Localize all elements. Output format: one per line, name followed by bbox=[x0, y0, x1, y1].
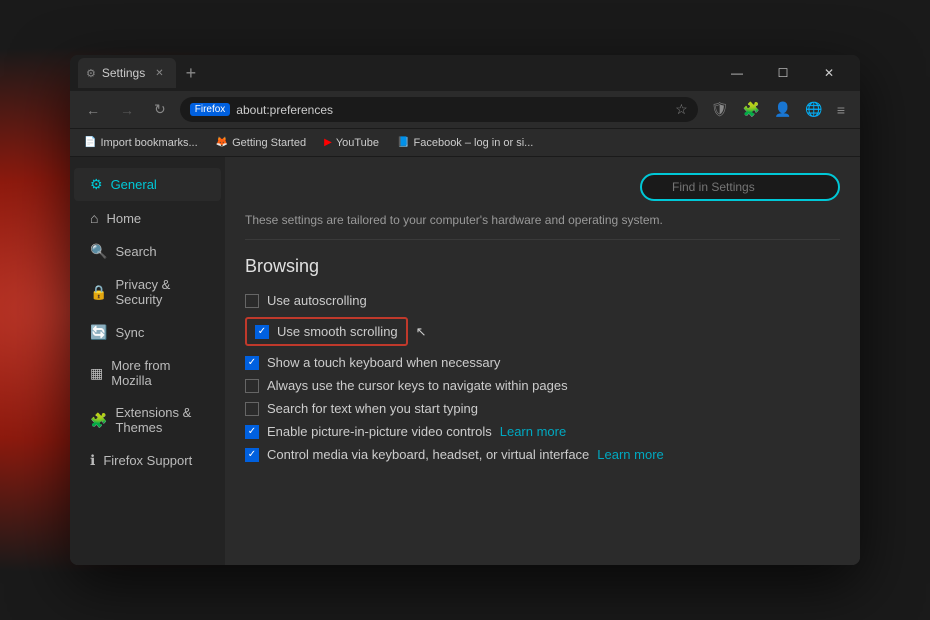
cursor-keys-label: Always use the cursor keys to navigate w… bbox=[267, 378, 568, 393]
sidebar-label-support: Firefox Support bbox=[103, 453, 192, 468]
pip-learn-more-link[interactable]: Learn more bbox=[500, 424, 566, 439]
sidebar-label-sync: Sync bbox=[115, 325, 144, 340]
touch-keyboard-label: Show a touch keyboard when necessary bbox=[267, 355, 500, 370]
sidebar-item-privacy[interactable]: 🔒 Privacy & Security bbox=[74, 269, 221, 315]
info-icon: ℹ bbox=[90, 452, 95, 469]
touch-keyboard-checkbox[interactable]: ✓ bbox=[245, 356, 259, 370]
sidebar: ⚙ General ⌂ Home 🔍 Search 🔒 Privacy & Se… bbox=[70, 157, 225, 565]
cursor-indicator: ↖ bbox=[416, 324, 427, 340]
sidebar-item-search[interactable]: 🔍 Search bbox=[74, 235, 221, 268]
title-bar: ⚙ Settings ✕ + — ☐ ✕ bbox=[70, 55, 860, 91]
sidebar-label-mozilla: More from Mozilla bbox=[111, 358, 205, 388]
window-controls: — ☐ ✕ bbox=[714, 58, 852, 88]
sidebar-label-extensions: Extensions & Themes bbox=[115, 405, 205, 435]
theme-icon[interactable]: 🌐 bbox=[800, 97, 827, 122]
sync-icon: 🔄 bbox=[90, 324, 107, 341]
search-icon: 🔍 bbox=[90, 243, 107, 260]
bookmark-icon-1: 🦊 bbox=[216, 137, 228, 148]
smooth-scroll-checkbox[interactable]: ✓ bbox=[255, 325, 269, 339]
sidebar-item-general[interactable]: ⚙ General bbox=[74, 168, 221, 201]
new-tab-button[interactable]: + bbox=[180, 63, 203, 84]
nav-bar: ← → ↻ Firefox about:preferences ☆ 🛡 🧩 👤 … bbox=[70, 91, 860, 129]
touch-keyboard-item: ✓ Show a touch keyboard when necessary bbox=[245, 351, 840, 374]
settings-description: These settings are tailored to your comp… bbox=[245, 213, 840, 240]
media-checkbox[interactable]: ✓ bbox=[245, 448, 259, 462]
browser-window: ⚙ Settings ✕ + — ☐ ✕ ← → ↻ Firefox about… bbox=[70, 55, 860, 565]
smooth-scroll-label: Use smooth scrolling bbox=[277, 324, 398, 339]
find-wrapper: 🔍 bbox=[640, 173, 840, 201]
bookmark-label-0: Import bookmarks... bbox=[100, 137, 197, 149]
autoscroll-item: Use autoscrolling bbox=[245, 289, 840, 312]
media-learn-more-link[interactable]: Learn more bbox=[597, 447, 663, 462]
sidebar-item-extensions[interactable]: 🧩 Extensions & Themes bbox=[74, 397, 221, 443]
sidebar-item-mozilla[interactable]: ▦ More from Mozilla bbox=[74, 350, 221, 396]
sidebar-item-home[interactable]: ⌂ Home bbox=[74, 202, 221, 234]
pip-checkbox[interactable]: ✓ bbox=[245, 425, 259, 439]
url-text: about:preferences bbox=[236, 103, 669, 117]
bookmark-label-1: Getting Started bbox=[232, 137, 306, 149]
mozilla-icon: ▦ bbox=[90, 365, 103, 382]
url-bar[interactable]: Firefox about:preferences ☆ bbox=[180, 97, 698, 122]
cursor-keys-item: Always use the cursor keys to navigate w… bbox=[245, 374, 840, 397]
bookmark-icon-0: 📄 bbox=[84, 137, 96, 148]
cursor-keys-checkbox[interactable] bbox=[245, 379, 259, 393]
autoscroll-label: Use autoscrolling bbox=[267, 293, 367, 308]
sidebar-label-home: Home bbox=[106, 211, 141, 226]
search-text-item: Search for text when you start typing bbox=[245, 397, 840, 420]
bookmarks-bar: 📄 Import bookmarks... 🦊 Getting Started … bbox=[70, 129, 860, 157]
home-icon: ⌂ bbox=[90, 210, 98, 226]
bookmark-star-icon[interactable]: ☆ bbox=[675, 101, 688, 118]
autoscroll-checkbox[interactable] bbox=[245, 294, 259, 308]
bookmark-label-2: YouTube bbox=[336, 137, 379, 149]
extensions-icon[interactable]: 🧩 bbox=[738, 97, 765, 122]
puzzle-icon: 🧩 bbox=[90, 412, 107, 429]
bookmark-item[interactable]: ▶ YouTube bbox=[320, 135, 383, 151]
settings-tab-icon: ⚙ bbox=[86, 67, 96, 80]
account-icon[interactable]: 👤 bbox=[769, 97, 796, 122]
sidebar-label-privacy: Privacy & Security bbox=[115, 277, 205, 307]
bookmark-label-3: Facebook – log in or si... bbox=[414, 137, 534, 149]
forward-button[interactable]: → bbox=[114, 98, 140, 122]
smooth-scroll-item: ✓ Use smooth scrolling bbox=[245, 317, 408, 346]
sidebar-item-sync[interactable]: 🔄 Sync bbox=[74, 316, 221, 349]
content-panel: 🔍 These settings are tailored to your co… bbox=[225, 157, 860, 565]
refresh-button[interactable]: ↻ bbox=[148, 97, 172, 122]
general-icon: ⚙ bbox=[90, 176, 103, 193]
sidebar-label-general: General bbox=[111, 177, 157, 192]
find-bar: 🔍 bbox=[245, 173, 840, 201]
bookmark-item[interactable]: 📄 Import bookmarks... bbox=[80, 135, 202, 151]
lock-icon: 🔒 bbox=[90, 284, 107, 301]
bookmark-item[interactable]: 🦊 Getting Started bbox=[212, 135, 310, 151]
media-label: Control media via keyboard, headset, or … bbox=[267, 447, 589, 462]
sidebar-item-support[interactable]: ℹ Firefox Support bbox=[74, 444, 221, 477]
settings-tab[interactable]: ⚙ Settings ✕ bbox=[78, 58, 176, 88]
pip-label: Enable picture-in-picture video controls bbox=[267, 424, 492, 439]
firefox-badge: Firefox bbox=[190, 103, 231, 116]
back-button[interactable]: ← bbox=[80, 98, 106, 122]
maximize-button[interactable]: ☐ bbox=[760, 58, 806, 88]
browsing-section-title: Browsing bbox=[245, 256, 840, 277]
menu-icon[interactable]: ≡ bbox=[832, 98, 850, 122]
minimize-button[interactable]: — bbox=[714, 58, 760, 88]
media-item: ✓ Control media via keyboard, headset, o… bbox=[245, 443, 840, 466]
bookmark-icon-2: ▶ bbox=[324, 137, 332, 148]
pip-item: ✓ Enable picture-in-picture video contro… bbox=[245, 420, 840, 443]
bookmark-item[interactable]: 📘 Facebook – log in or si... bbox=[393, 135, 537, 151]
find-input[interactable] bbox=[640, 173, 840, 201]
main-content: ⚙ General ⌂ Home 🔍 Search 🔒 Privacy & Se… bbox=[70, 157, 860, 565]
close-button[interactable]: ✕ bbox=[806, 58, 852, 88]
shield-icon[interactable]: 🛡 bbox=[706, 97, 734, 122]
bookmark-icon-3: 📘 bbox=[397, 137, 409, 148]
search-text-label: Search for text when you start typing bbox=[267, 401, 478, 416]
sidebar-label-search: Search bbox=[115, 244, 156, 259]
search-text-checkbox[interactable] bbox=[245, 402, 259, 416]
tab-close-button[interactable]: ✕ bbox=[151, 66, 167, 81]
nav-icons: 🛡 🧩 👤 🌐 ≡ bbox=[706, 97, 850, 122]
settings-tab-label: Settings bbox=[102, 66, 145, 80]
